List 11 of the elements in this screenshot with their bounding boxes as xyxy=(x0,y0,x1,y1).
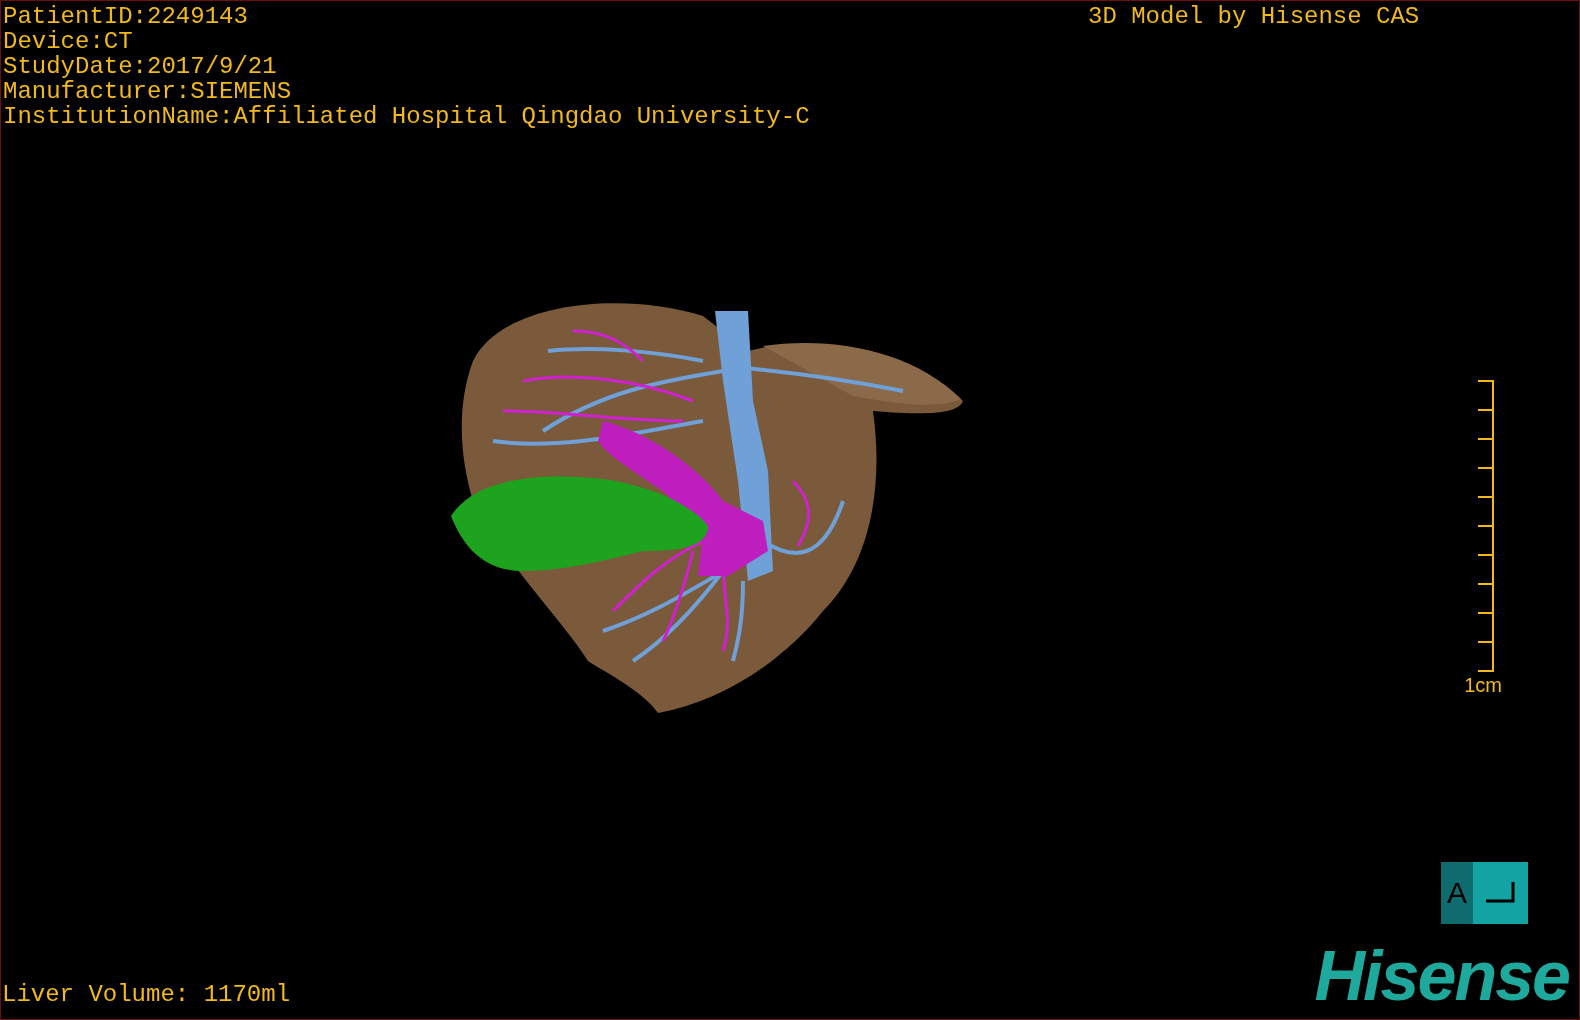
brand-logo: Hisense xyxy=(1314,941,1570,1011)
study-info-line: InstitutionName:Affiliated Hospital Qingdao University-C xyxy=(3,104,810,129)
study-info-line: StudyDate:2017/9/21 xyxy=(3,54,278,79)
study-info-line: Manufacturer:SIEMENS xyxy=(3,79,293,104)
orientation-label: A xyxy=(1441,862,1473,924)
scale-label: 1cm xyxy=(1464,674,1502,697)
corner-icon xyxy=(1485,882,1516,904)
study-info-line: PatientID:2249143 xyxy=(3,4,249,29)
viewer-title: 3D Model by Hisense CAS xyxy=(1088,4,1420,29)
liver-volume: Liver Volume: 1170ml xyxy=(2,982,291,1007)
study-info-line: Device:CT xyxy=(3,29,134,54)
